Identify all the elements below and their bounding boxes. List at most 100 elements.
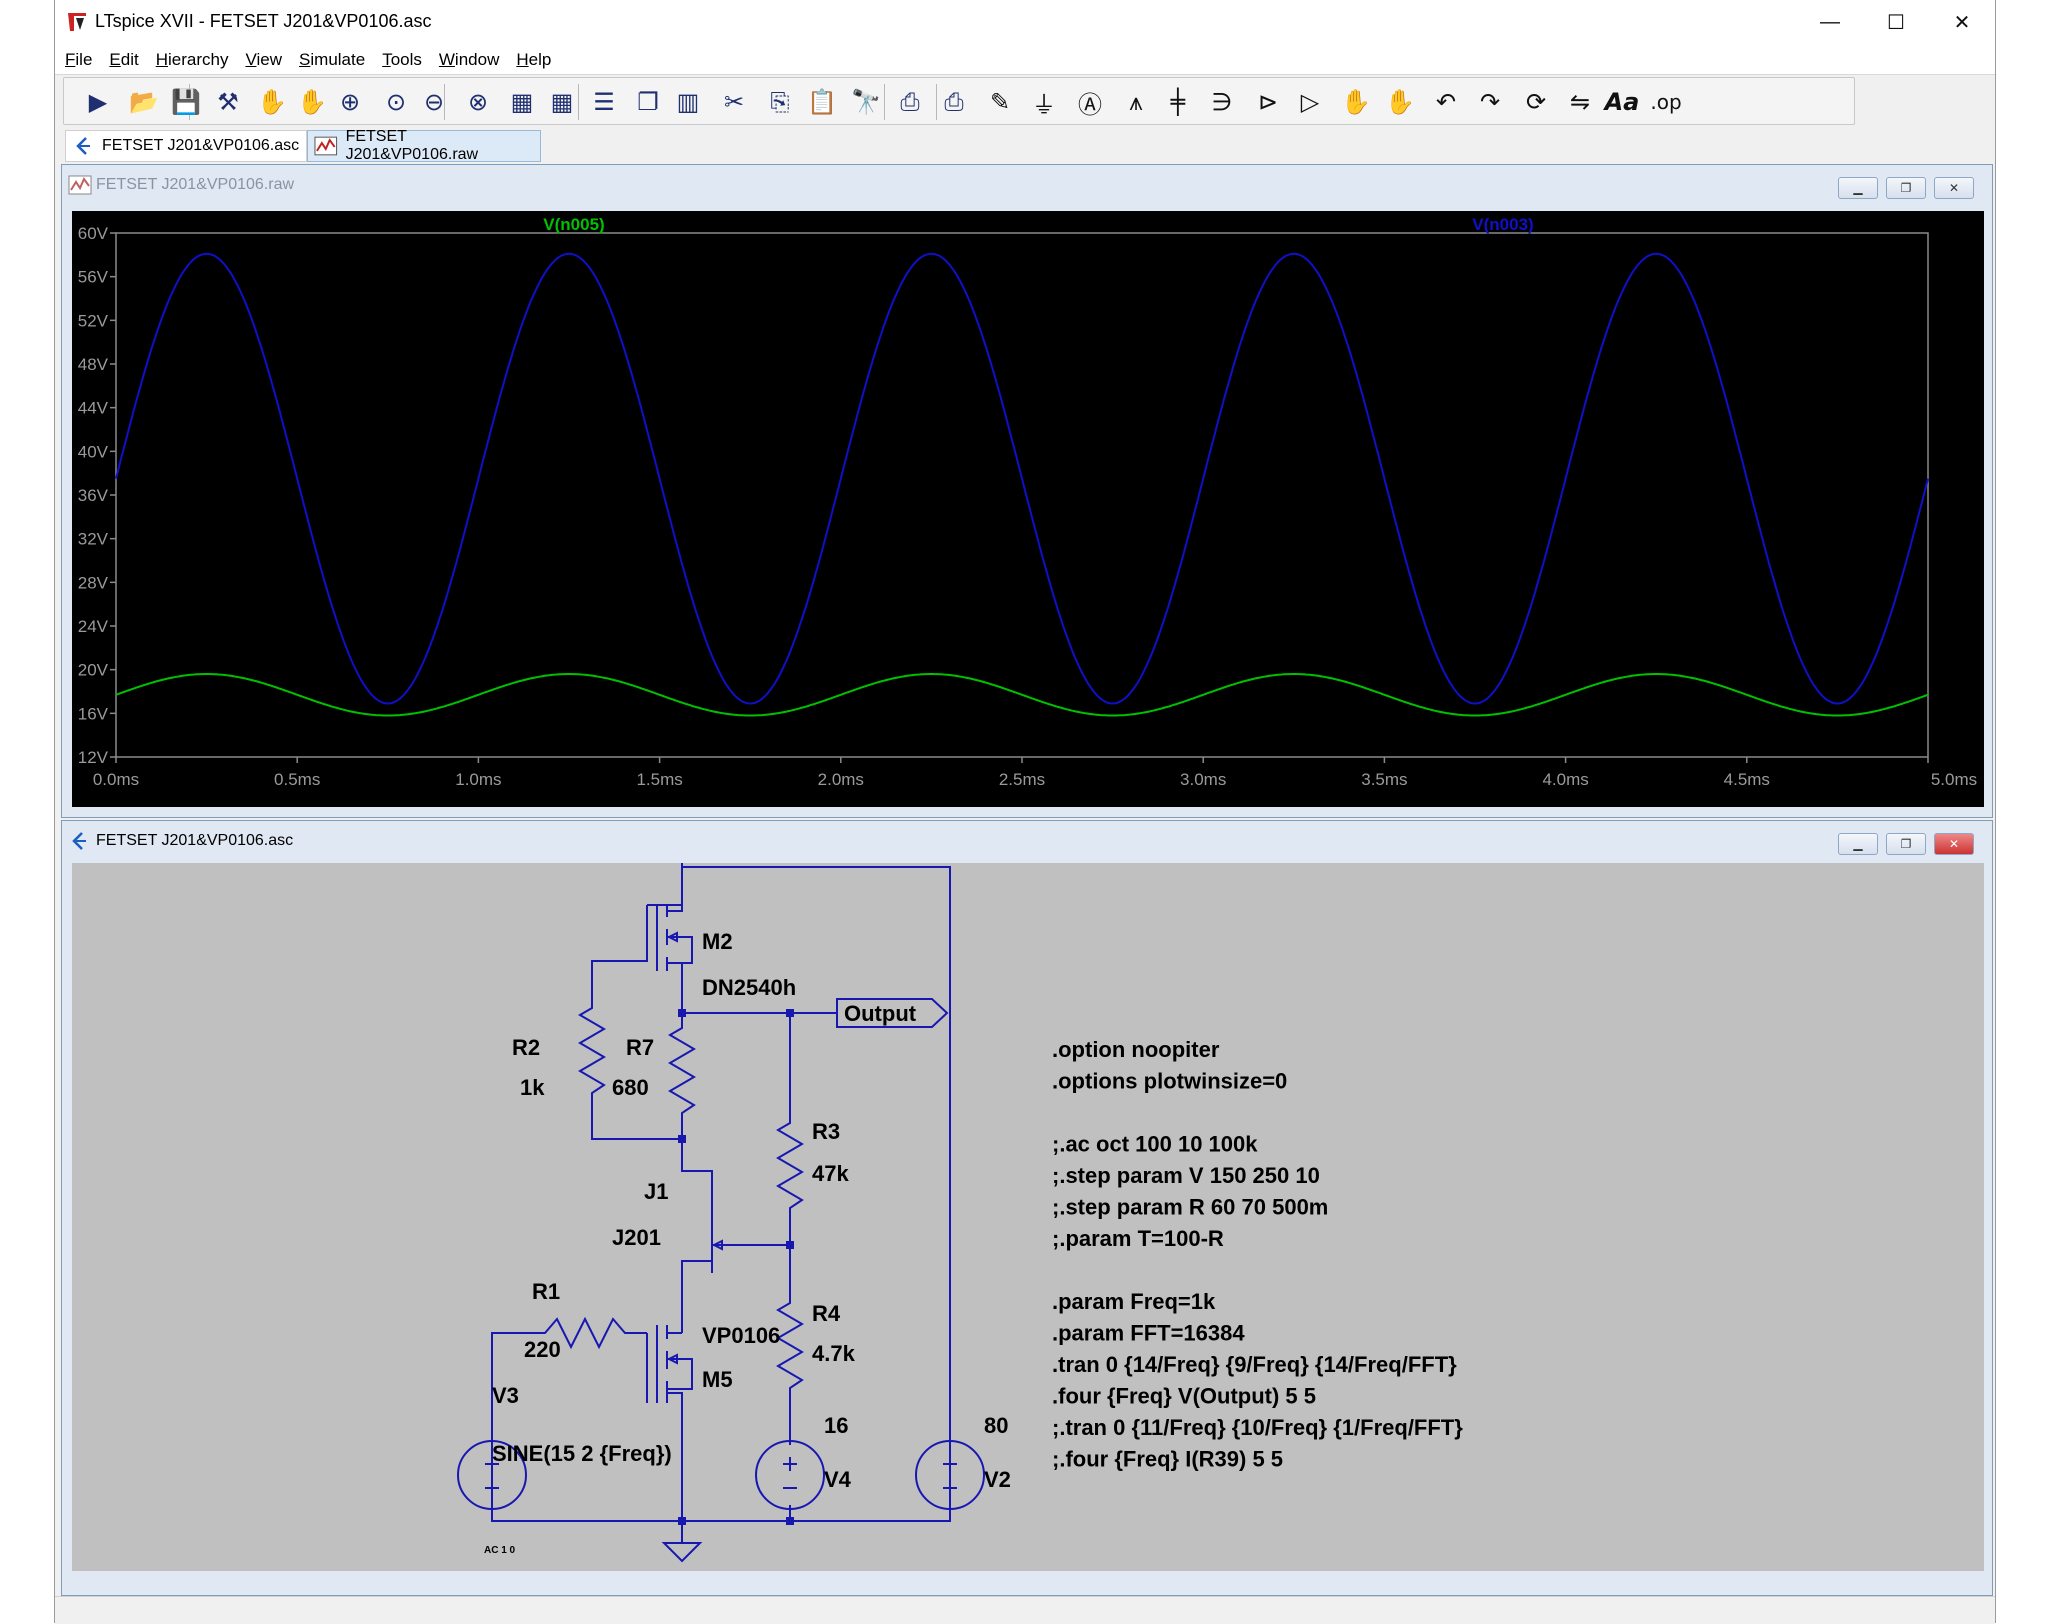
v2-value[interactable]: 80 — [984, 1413, 1008, 1438]
output-label[interactable]: Output — [844, 1001, 917, 1026]
r1-value[interactable]: 220 — [524, 1337, 561, 1362]
component-button[interactable]: ▷ — [1292, 84, 1328, 120]
paste-button[interactable]: 📋 — [804, 84, 840, 120]
zoom-cancel-button[interactable]: ⊗ — [460, 84, 496, 120]
v4-label[interactable]: V4 — [824, 1467, 852, 1492]
r7-value[interactable]: 680 — [612, 1075, 649, 1100]
r2-label[interactable]: R2 — [512, 1035, 540, 1060]
menu-item-hierarchy[interactable]: Hierarchy — [146, 44, 236, 70]
diode-button[interactable]: ⊳ — [1250, 84, 1286, 120]
plot-window-titlebar[interactable]: FETSET J201&VP0106.raw ▁ ❐ ✕ — [62, 165, 1992, 205]
tab-waveform[interactable]: FETSET J201&VP0106.raw — [307, 128, 541, 163]
minimize-button[interactable]: — — [1797, 0, 1863, 44]
rotate-button[interactable]: ⟳ — [1518, 84, 1554, 120]
close-button[interactable]: ✕ — [1929, 0, 1995, 44]
run-button[interactable]: ▶ — [80, 84, 116, 120]
spice-directive-line[interactable]: .param Freq=1k — [1052, 1289, 1216, 1314]
trace-label-v-n003[interactable]: V(n003) — [1472, 215, 1533, 234]
j1-model-label[interactable]: J201 — [612, 1225, 661, 1250]
schematic-canvas[interactable]: M2 DN2540h R2 1k R7 680 R3 47k J1 J201 R… — [72, 863, 1984, 1571]
v3-ac-label[interactable]: AC 1 0 — [484, 1545, 516, 1556]
zoom-out-button[interactable]: ⊖ — [416, 84, 452, 120]
control-panel-button[interactable]: ⚒ — [210, 84, 246, 120]
r2-value[interactable]: 1k — [520, 1075, 545, 1100]
spice-directive-button[interactable]: .op — [1648, 84, 1684, 120]
save-button[interactable]: 💾 — [168, 84, 204, 120]
cascade-button[interactable]: ❐ — [630, 84, 666, 120]
tab-schematic[interactable]: FETSET J201&VP0106.asc — [65, 130, 307, 162]
spice-directive-line[interactable]: .option noopiter — [1052, 1037, 1220, 1062]
ground-button[interactable]: ⏚ — [1026, 84, 1062, 120]
r3-label[interactable]: R3 — [812, 1119, 840, 1144]
plot-minimize-button[interactable]: ▁ — [1838, 177, 1878, 199]
cut-button[interactable]: ✂ — [716, 84, 752, 120]
find-button[interactable]: 🔭 — [848, 84, 884, 120]
inductor-button[interactable]: ∋ — [1204, 84, 1240, 120]
zoom-full-button[interactable]: ⊙ — [378, 84, 414, 120]
menu-item-file[interactable]: File — [55, 44, 99, 70]
mirror-button[interactable]: ⇋ — [1562, 84, 1598, 120]
spice-directive-line[interactable]: ;.step param V 150 250 10 — [1052, 1163, 1320, 1188]
tile-vertical-button[interactable]: ▥ — [670, 84, 706, 120]
r7-label[interactable]: R7 — [626, 1035, 654, 1060]
plot-restore-button[interactable]: ❐ — [1886, 177, 1926, 199]
halt-button[interactable]: ✋ — [254, 84, 290, 120]
spice-directive-line[interactable]: ;.param T=100-R — [1052, 1226, 1224, 1251]
resistor-button[interactable]: ⩚ — [1118, 84, 1154, 120]
open-button[interactable]: 📂 — [126, 84, 162, 120]
r4-value[interactable]: 4.7k — [812, 1341, 856, 1366]
move-button[interactable]: ✋ — [1338, 84, 1374, 120]
grid-button[interactable]: ▦ — [544, 84, 580, 120]
schematic-close-button[interactable]: ✕ — [1934, 833, 1974, 855]
copy-button[interactable]: ⎘ — [762, 84, 798, 120]
v3-value[interactable]: SINE(15 2 {Freq}) — [492, 1441, 672, 1466]
label-net-button[interactable]: Ⓐ — [1072, 84, 1108, 120]
tab-waveform-label: FETSET J201&VP0106.raw — [345, 128, 479, 163]
menu-item-edit[interactable]: Edit — [99, 44, 145, 70]
print-preview-button[interactable]: ⎙ — [936, 84, 972, 120]
spice-directive-line[interactable]: .tran 0 {14/Freq} {9/Freq} {14/Freq/FFT} — [1052, 1352, 1457, 1377]
v2-label[interactable]: V2 — [984, 1467, 1011, 1492]
menu-item-help[interactable]: Help — [506, 44, 558, 70]
schematic-window-titlebar[interactable]: FETSET J201&VP0106.asc ▁ ❐ ✕ — [62, 821, 1992, 861]
v3-label[interactable]: V3 — [492, 1383, 519, 1408]
schematic-restore-button[interactable]: ❐ — [1886, 833, 1926, 855]
m5-model-label[interactable]: VP0106 — [702, 1323, 780, 1348]
trace-label-v-n005[interactable]: V(n005) — [543, 215, 604, 234]
redo-button[interactable]: ↷ — [1472, 84, 1508, 120]
r4-label[interactable]: R4 — [812, 1301, 841, 1326]
spice-directive-line[interactable]: ;.ac oct 100 10 100k — [1052, 1132, 1258, 1157]
zoom-in-button[interactable]: ⊕ — [332, 84, 368, 120]
menu-item-simulate[interactable]: Simulate — [289, 44, 372, 70]
spice-directive-line[interactable]: ;.tran 0 {11/Freq} {10/Freq} {1/Freq/FFT… — [1052, 1415, 1463, 1440]
r3-value[interactable]: 47k — [812, 1161, 849, 1186]
tile-horizontal-button[interactable]: ☰ — [586, 84, 622, 120]
schematic-minimize-button[interactable]: ▁ — [1838, 833, 1878, 855]
print-button[interactable]: ⎙ — [892, 84, 928, 120]
wire-button[interactable]: ✎ — [982, 84, 1018, 120]
capacitor-button[interactable]: ╪ — [1160, 84, 1196, 120]
r1-label[interactable]: R1 — [532, 1279, 560, 1304]
spice-directive-line[interactable]: ;.four {Freq} I(R39) 5 5 — [1052, 1447, 1283, 1472]
text-button[interactable]: Aa — [1604, 84, 1640, 120]
m2-label[interactable]: M2 — [702, 929, 733, 954]
v4-value[interactable]: 16 — [824, 1413, 848, 1438]
undo-button[interactable]: ↶ — [1428, 84, 1464, 120]
menu-item-tools[interactable]: Tools — [372, 44, 429, 70]
autorange-button[interactable]: ▦ — [504, 84, 540, 120]
spice-directive-line[interactable]: .param FFT=16384 — [1052, 1321, 1245, 1346]
spice-directive-line[interactable]: .four {Freq} V(Output) 5 5 — [1052, 1384, 1316, 1409]
pan-button[interactable]: ✋ — [294, 84, 330, 120]
drag-button[interactable]: ✋ — [1382, 84, 1418, 120]
spice-directive-line[interactable]: .options plotwinsize=0 — [1052, 1069, 1287, 1094]
m5-label[interactable]: M5 — [702, 1367, 733, 1392]
menu-item-window[interactable]: Window — [429, 44, 506, 70]
menu-item-view[interactable]: View — [235, 44, 289, 70]
maximize-button[interactable]: ☐ — [1863, 0, 1929, 44]
j1-label[interactable]: J1 — [644, 1179, 668, 1204]
spice-directive-line[interactable]: ;.step param R 60 70 500m — [1052, 1195, 1328, 1220]
waveform-plot[interactable]: 60V 56V 52V 48V 44V 40V 36V 32V 28V 24V 20V 16V 12V 0… — [72, 211, 1984, 807]
m2-model-label[interactable]: DN2540h — [702, 975, 796, 1000]
grid-icon: ▦ — [550, 88, 574, 116]
plot-close-button[interactable]: ✕ — [1934, 177, 1974, 199]
